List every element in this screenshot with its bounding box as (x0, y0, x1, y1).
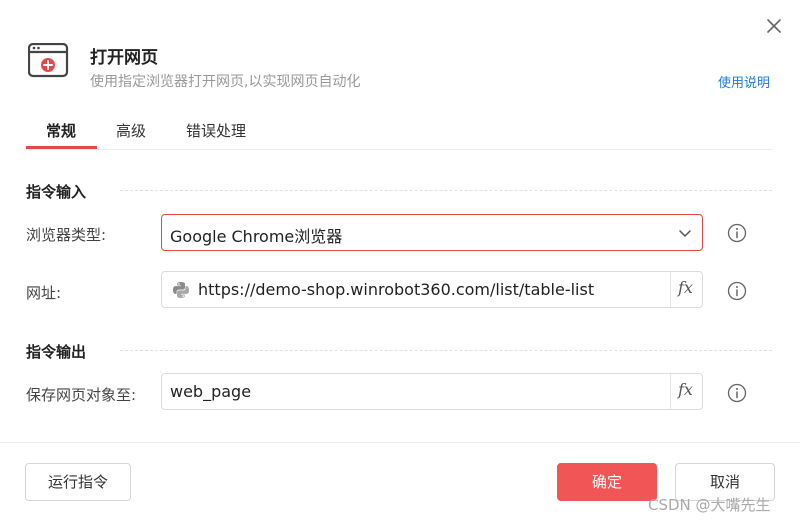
tab-bar: 常规 高级 错误处理 (26, 112, 772, 150)
fx-button[interactable]: fx (670, 272, 702, 307)
browser-type-select[interactable]: Google Chrome浏览器 (161, 214, 703, 251)
fx-icon: fx (678, 380, 693, 399)
tab-advanced[interactable]: 高级 (116, 120, 146, 150)
footer-divider (0, 442, 800, 443)
close-button[interactable] (762, 14, 786, 38)
help-link[interactable]: 使用说明 (718, 72, 770, 91)
open-webpage-dialog: 打开网页 使用指定浏览器打开网页,以实现网页自动化 使用说明 常规 高级 错误处… (0, 0, 800, 522)
chevron-down-icon (679, 230, 691, 237)
save-to-label: 保存网页对象至: (26, 386, 137, 404)
url-value: https://demo-shop.winrobot360.com/list/t… (198, 280, 595, 299)
fx-button[interactable]: fx (670, 374, 702, 409)
info-icon[interactable] (727, 223, 747, 243)
section-title-output: 指令输出 (26, 343, 87, 361)
info-icon[interactable] (727, 281, 747, 301)
section-title-input: 指令输入 (26, 183, 87, 201)
section-divider (120, 350, 772, 351)
section-divider (120, 190, 772, 191)
active-tab-indicator (26, 146, 97, 149)
info-icon[interactable] (727, 383, 747, 403)
dialog-title: 打开网页 (90, 48, 158, 68)
python-icon (173, 282, 189, 298)
dialog-description: 使用指定浏览器打开网页,以实现网页自动化 (90, 74, 361, 90)
run-command-button[interactable]: 运行指令 (25, 463, 131, 501)
url-input[interactable]: https://demo-shop.winrobot360.com/list/t… (161, 271, 703, 308)
watermark: CSDN @大嘴先生 (648, 496, 771, 514)
url-label: 网址: (26, 284, 62, 302)
save-to-value: web_page (170, 382, 252, 401)
confirm-button[interactable]: 确定 (557, 463, 657, 501)
save-to-input[interactable]: web_page fx (161, 373, 703, 410)
browser-type-label: 浏览器类型: (26, 226, 107, 244)
close-icon (767, 19, 781, 33)
browser-add-icon (27, 42, 70, 79)
browser-type-value: Google Chrome浏览器 (170, 227, 343, 246)
tab-error-handling[interactable]: 错误处理 (186, 120, 246, 150)
fx-icon: fx (678, 278, 693, 297)
